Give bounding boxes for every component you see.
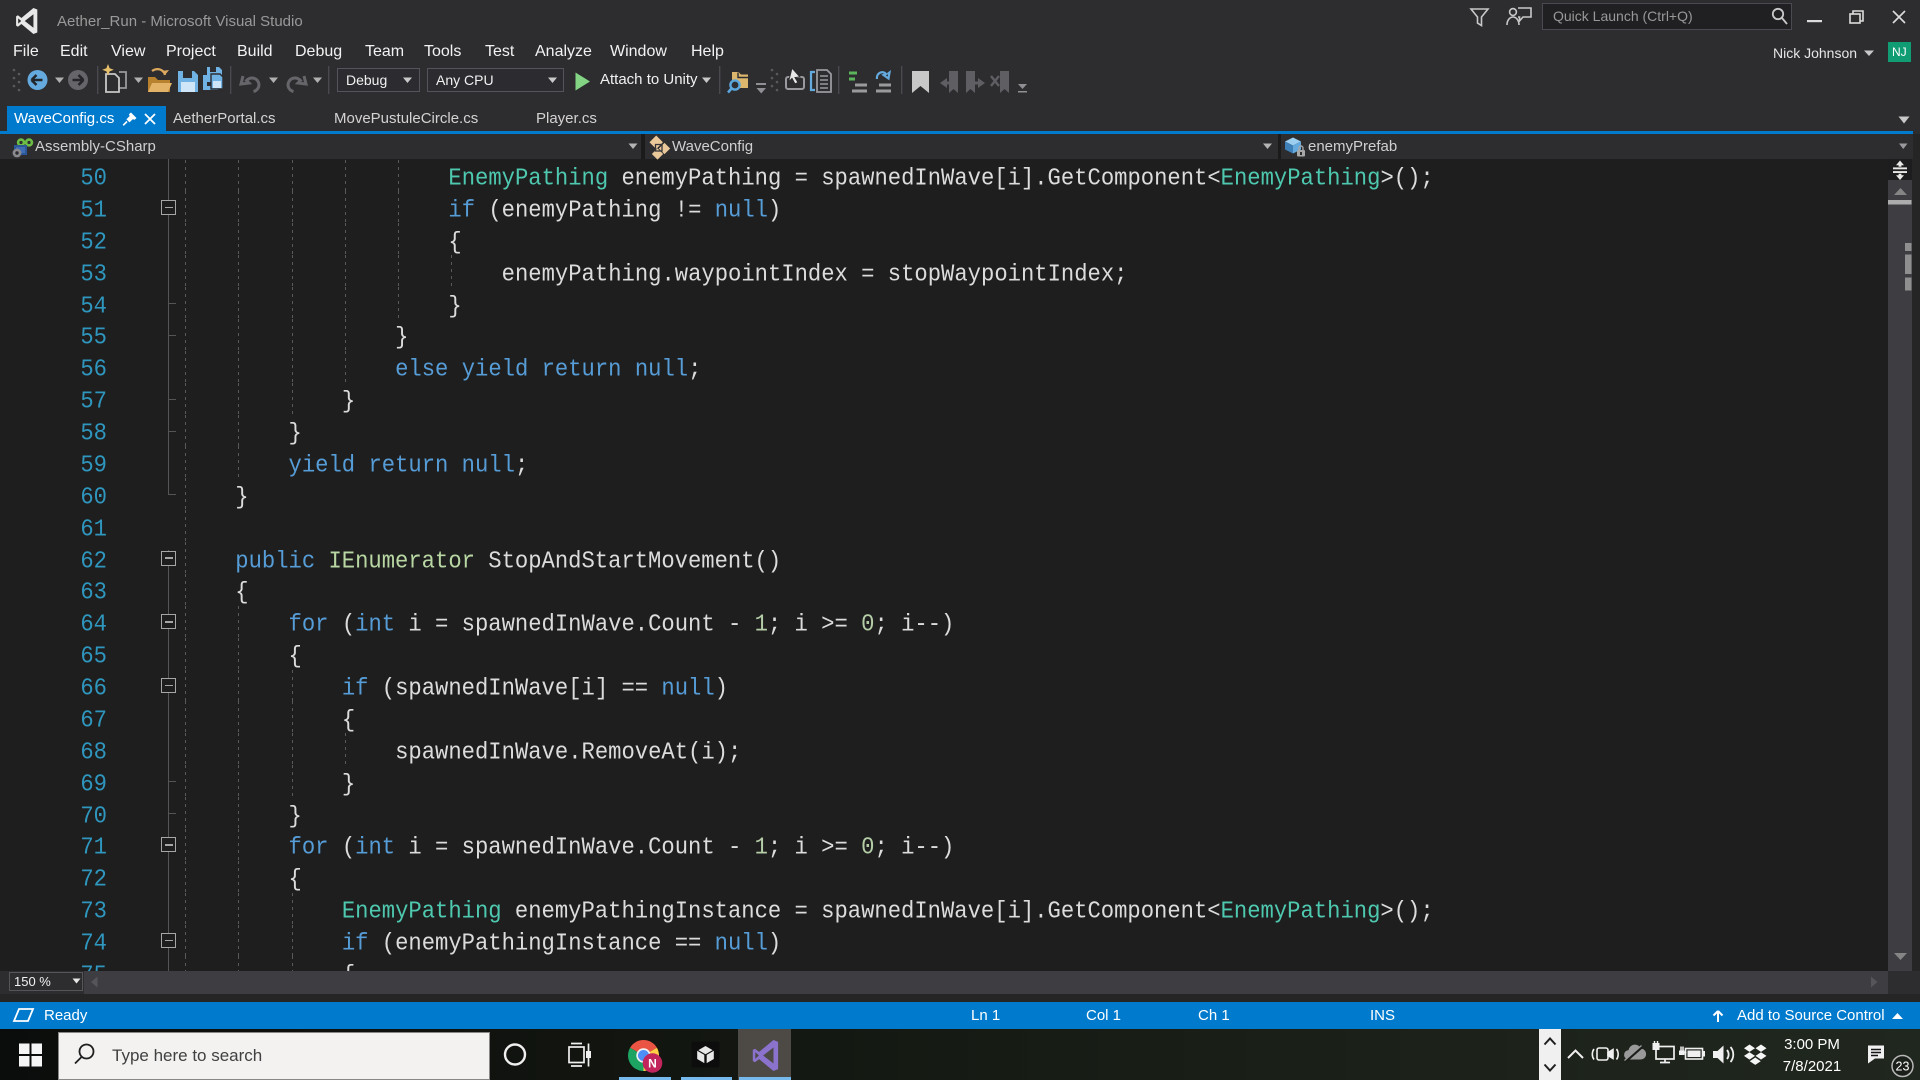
svg-text:N: N [648, 1057, 657, 1071]
svg-text:23: 23 [1896, 1060, 1910, 1074]
